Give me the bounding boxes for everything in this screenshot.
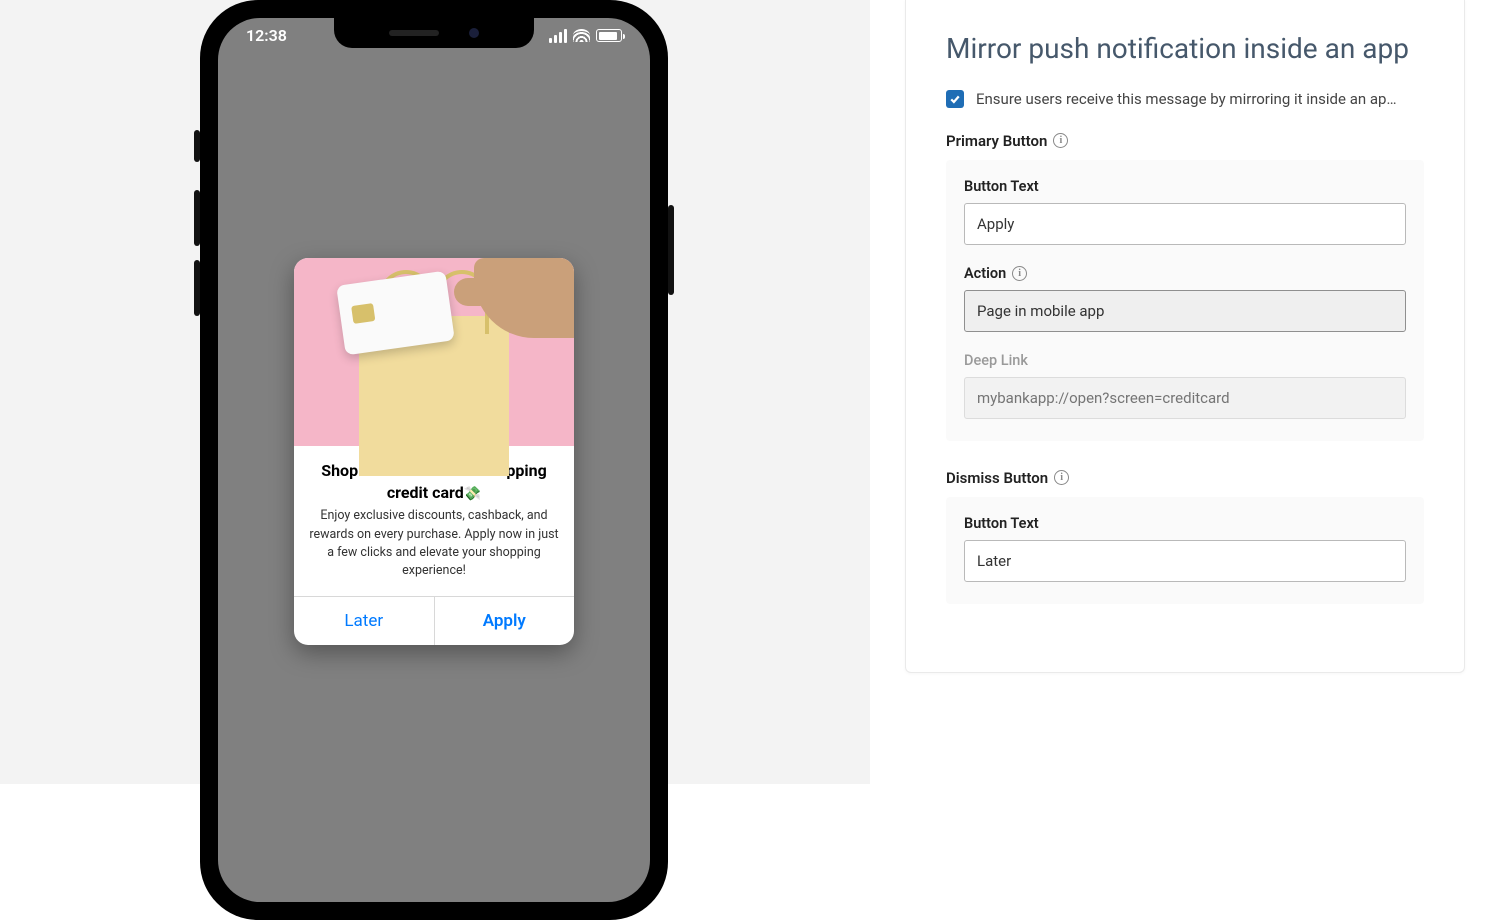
settings-card: Mirror push notification inside an app E… [905,0,1465,673]
dismiss-text-label: Button Text [964,515,1406,532]
inapp-dismiss-button[interactable]: Later [294,597,434,645]
info-icon[interactable]: i [1053,133,1068,148]
mirror-checkbox-label: Ensure users receive this message by mir… [976,90,1396,108]
mirror-checkbox[interactable] [946,90,964,108]
primary-text-label: Button Text [964,178,1406,195]
deeplink-input [964,377,1406,419]
info-icon[interactable]: i [1012,266,1027,281]
check-icon [949,93,961,105]
primary-button-card: Button Text Action i Page in mobile app … [946,160,1424,441]
phone-power-button [668,205,674,295]
primary-text-input[interactable] [964,203,1406,245]
inapp-modal: Shop smarter with our shipping credit ca… [294,258,574,645]
status-bar: 12:38 [218,26,650,45]
phone-preview-pane: 12:38 Shop smarter with our shipping cre… [0,0,870,784]
primary-action-select[interactable]: Page in mobile app [964,290,1406,332]
status-time: 12:38 [246,26,287,45]
phone-volume-up [194,190,200,246]
wifi-icon [573,29,590,42]
money-emoji-icon: 💸 [464,486,481,502]
phone-frame: 12:38 Shop smarter with our shipping cre… [200,0,668,920]
phone-volume-down [194,260,200,316]
settings-pane: Mirror push notification inside an app E… [870,0,1500,784]
primary-button-header: Primary Button i [946,132,1424,150]
primary-action-label: Action i [964,265,1406,282]
phone-mute-switch [194,130,200,162]
phone-screen: 12:38 Shop smarter with our shipping cre… [218,18,650,902]
dismiss-text-input[interactable] [964,540,1406,582]
dismiss-button-card: Button Text [946,497,1424,604]
deeplink-label: Deep Link [964,352,1406,369]
inapp-modal-description: Enjoy exclusive discounts, cashback, and… [308,507,560,580]
section-title: Mirror push notification inside an app [946,30,1424,68]
mirror-checkbox-row[interactable]: Ensure users receive this message by mir… [946,90,1424,108]
info-icon[interactable]: i [1054,470,1069,485]
battery-icon [596,29,622,42]
inapp-modal-image [294,258,574,446]
inapp-primary-button[interactable]: Apply [434,597,575,645]
dismiss-button-header: Dismiss Button i [946,469,1424,487]
cellular-icon [549,29,567,43]
